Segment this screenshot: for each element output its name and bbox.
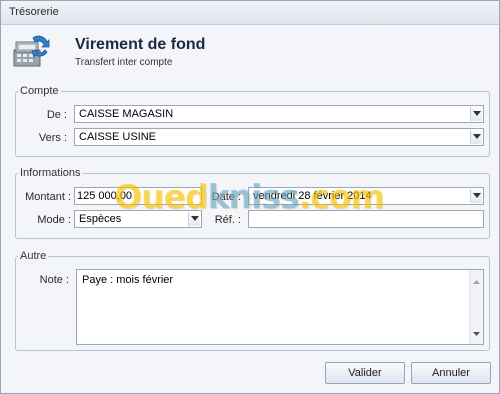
treasury-window: Trésorerie Virement de fond Transfert in… [0, 0, 500, 394]
mode-value: Espèces [79, 213, 122, 225]
mode-label: Mode : [37, 214, 71, 226]
window-title: Trésorerie [9, 6, 59, 18]
mode-combobox[interactable]: Espèces [74, 210, 202, 228]
chevron-down-icon[interactable] [470, 107, 482, 121]
de-label: De : [46, 109, 67, 121]
ref-label: Réf. : [214, 214, 241, 226]
cash-register-transfer-icon [11, 30, 51, 70]
annuler-button[interactable]: Annuler [411, 362, 491, 384]
informations-legend: Informations [20, 167, 81, 179]
chevron-down-icon[interactable] [470, 130, 482, 144]
autre-legend: Autre [20, 250, 47, 262]
date-value: vendredi 28 février 2014 [253, 190, 372, 202]
vers-combobox[interactable]: CAISSE USINE [74, 128, 484, 146]
scroll-up-icon[interactable] [473, 275, 480, 287]
compte-legend: Compte [20, 85, 59, 97]
title-bar[interactable]: Trésorerie [1, 1, 499, 25]
note-textarea[interactable]: Paye : mois février [76, 269, 484, 345]
montant-label: Montant : [25, 191, 71, 203]
chevron-down-icon[interactable] [470, 189, 482, 203]
date-label: Date : [211, 191, 241, 203]
note-value: Paye : mois février [82, 274, 174, 286]
de-value: CAISSE MAGASIN [79, 108, 174, 120]
montant-value: 125 000,00 [77, 190, 133, 202]
date-picker[interactable]: vendredi 28 février 2014 [248, 187, 484, 205]
vers-label: Vers : [38, 132, 67, 144]
page-title: Virement de fond [75, 36, 206, 53]
vers-value: CAISSE USINE [79, 131, 157, 143]
page-subtitle: Transfert inter compte [75, 57, 173, 68]
note-scrollbar[interactable] [469, 270, 483, 344]
ref-field[interactable] [248, 210, 484, 228]
de-combobox[interactable]: CAISSE MAGASIN [74, 105, 484, 123]
scroll-down-icon[interactable] [473, 327, 480, 339]
montant-field[interactable]: 125 000,00 [74, 187, 202, 205]
note-label: Note : [39, 274, 69, 286]
chevron-down-icon[interactable] [188, 212, 200, 226]
valider-button[interactable]: Valider [325, 362, 405, 384]
